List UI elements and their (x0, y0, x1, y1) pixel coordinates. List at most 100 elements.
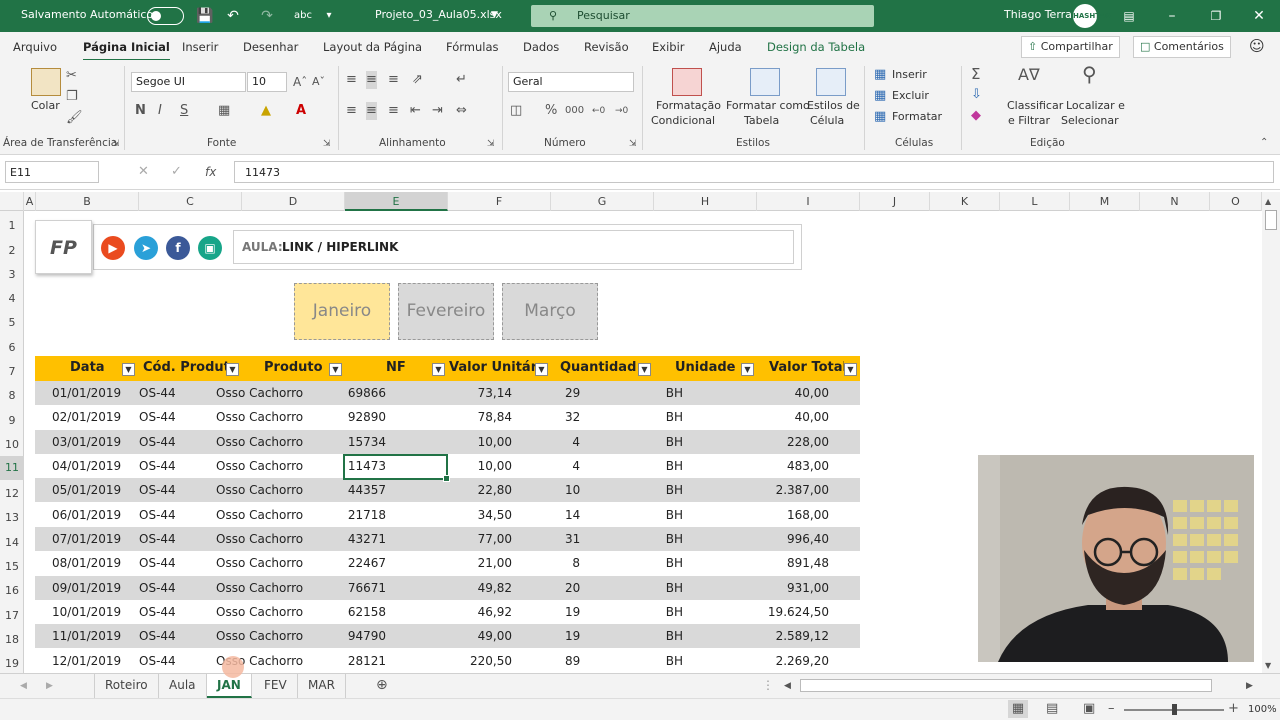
row-header[interactable]: 10 (0, 438, 24, 451)
undo-icon[interactable]: ↶ (224, 6, 242, 26)
table-cell[interactable]: Osso Cachorro (216, 532, 303, 546)
column-header[interactable]: I (757, 192, 860, 211)
table-cell[interactable]: BH (663, 386, 683, 400)
table-cell[interactable]: 08/01/2019 (52, 556, 121, 570)
table-cell[interactable]: BH (663, 459, 683, 473)
dialog-launcher-icon[interactable]: ⇲ (487, 135, 495, 153)
table-cell[interactable]: 20 (565, 581, 580, 595)
table-cell[interactable]: 40,00 (755, 386, 829, 400)
column-header[interactable]: N (1140, 192, 1210, 211)
scroll-thumb[interactable] (1265, 210, 1277, 230)
format-table-label[interactable]: Formatar como (726, 99, 810, 113)
table-cell[interactable]: OS-44 (139, 581, 176, 595)
sheet-tab-aula[interactable]: Aula (159, 674, 207, 698)
delete-cells-label[interactable]: Excluir (892, 89, 929, 103)
delete-cells-icon[interactable]: ▦ (874, 87, 886, 105)
table-cell[interactable]: 15734 (346, 435, 386, 449)
scroll-right-icon[interactable]: ▶ (1246, 677, 1253, 695)
table-cell[interactable]: 483,00 (755, 459, 829, 473)
table-cell[interactable]: 62158 (346, 605, 386, 619)
table-cell[interactable]: 4 (565, 459, 580, 473)
table-cell[interactable]: 168,00 (755, 508, 829, 522)
align-middle-icon[interactable]: ≡ (366, 71, 377, 89)
row-header[interactable]: 7 (0, 365, 24, 378)
row-header[interactable]: 11 (0, 456, 24, 480)
sheet-tab-roteiro[interactable]: Roteiro (94, 674, 159, 698)
table-cell[interactable]: 4 (565, 435, 580, 449)
increase-indent-icon[interactable]: ⇥ (432, 102, 443, 120)
column-header[interactable]: C (139, 192, 242, 211)
table-cell[interactable]: 04/01/2019 (52, 459, 121, 473)
tab-arquivo[interactable]: Arquivo (13, 40, 57, 54)
table-cell[interactable]: 77,00 (450, 532, 512, 546)
table-cell[interactable]: BH (663, 654, 683, 668)
format-table-icon[interactable] (750, 68, 780, 96)
table-cell[interactable]: BH (663, 581, 683, 595)
borders-icon[interactable]: ▦ (218, 102, 230, 120)
table-cell[interactable]: 22467 (346, 556, 386, 570)
autosave-toggle[interactable] (147, 7, 184, 25)
customize-toolbar-icon[interactable]: ▾ (322, 6, 336, 26)
column-header[interactable]: K (930, 192, 1000, 211)
table-cell[interactable]: OS-44 (139, 435, 176, 449)
table-cell[interactable]: Osso Cachorro (216, 435, 303, 449)
file-name[interactable]: Projeto_03_Aula05.xlsx (375, 8, 502, 21)
column-header[interactable]: F (448, 192, 551, 211)
row-header[interactable]: 12 (0, 487, 24, 500)
table-cell[interactable]: 89 (565, 654, 580, 668)
table-cell[interactable]: OS-44 (139, 386, 176, 400)
table-cell[interactable]: 73,14 (450, 386, 512, 400)
font-size-select[interactable]: 10 (247, 72, 287, 92)
tab-desenhar[interactable]: Desenhar (243, 40, 298, 54)
table-cell[interactable]: BH (663, 483, 683, 497)
table-cell[interactable]: 29 (565, 386, 580, 400)
column-header[interactable]: G (551, 192, 654, 211)
month-button-fevereiro[interactable]: Fevereiro (398, 283, 494, 340)
table-cell[interactable]: 01/01/2019 (52, 386, 121, 400)
table-cell[interactable]: 69866 (346, 386, 386, 400)
table-cell[interactable]: 10 (565, 483, 580, 497)
zoom-out-icon[interactable]: – (1108, 700, 1115, 718)
find-select-label[interactable]: Localizar e (1066, 99, 1125, 113)
find-select-label-2[interactable]: Selecionar (1061, 114, 1119, 128)
merge-center-icon[interactable]: ⇔ (456, 102, 467, 120)
align-center-icon[interactable]: ≡ (366, 102, 377, 120)
thousands-icon[interactable]: 000 (565, 102, 584, 120)
column-header[interactable]: H (654, 192, 757, 211)
add-sheet-icon[interactable]: ⊕ (376, 676, 388, 694)
table-cell[interactable]: 46,92 (450, 605, 512, 619)
tab-layout[interactable]: Layout da Página (323, 40, 422, 54)
month-button-marco[interactable]: Março (502, 283, 598, 340)
fill-color-icon[interactable]: ▲ (261, 102, 271, 120)
table-cell[interactable]: Osso Cachorro (216, 483, 303, 497)
row-header[interactable]: 3 (0, 268, 24, 281)
table-cell[interactable]: BH (663, 508, 683, 522)
table-cell[interactable]: Osso Cachorro (216, 556, 303, 570)
sort-filter-label-2[interactable]: e Filtrar (1008, 114, 1050, 128)
filter-dropdown-icon[interactable]: ▼ (122, 363, 135, 376)
table-cell[interactable]: BH (663, 410, 683, 424)
column-header[interactable]: A (24, 192, 36, 211)
table-cell[interactable]: 228,00 (755, 435, 829, 449)
table-cell[interactable]: Osso Cachorro (216, 581, 303, 595)
tab-revisao[interactable]: Revisão (584, 40, 629, 54)
table-cell[interactable]: 996,40 (755, 532, 829, 546)
cut-icon[interactable]: ✂ (66, 67, 77, 85)
youtube-icon[interactable]: ▶ (101, 236, 125, 260)
close-icon[interactable]: ✕ (1250, 6, 1268, 26)
tab-dados[interactable]: Dados (523, 40, 559, 54)
format-cells-icon[interactable]: ▦ (874, 108, 886, 126)
page-break-icon[interactable]: ▣ (1083, 700, 1095, 718)
paste-icon[interactable] (31, 68, 61, 96)
table-cell[interactable]: 05/01/2019 (52, 483, 121, 497)
fill-icon[interactable]: ⇩ (971, 86, 982, 104)
table-cell[interactable]: 10/01/2019 (52, 605, 121, 619)
table-cell[interactable]: OS-44 (139, 532, 176, 546)
comments-button[interactable]: □ Comentários (1133, 36, 1231, 58)
dialog-launcher-icon[interactable]: ⇲ (112, 135, 120, 153)
zoom-level[interactable]: 100% (1248, 703, 1277, 717)
table-cell[interactable]: BH (663, 629, 683, 643)
smiley-icon[interactable]: ☺ (1249, 37, 1265, 55)
table-cell[interactable]: BH (663, 532, 683, 546)
dialog-launcher-icon[interactable]: ⇲ (629, 135, 637, 153)
